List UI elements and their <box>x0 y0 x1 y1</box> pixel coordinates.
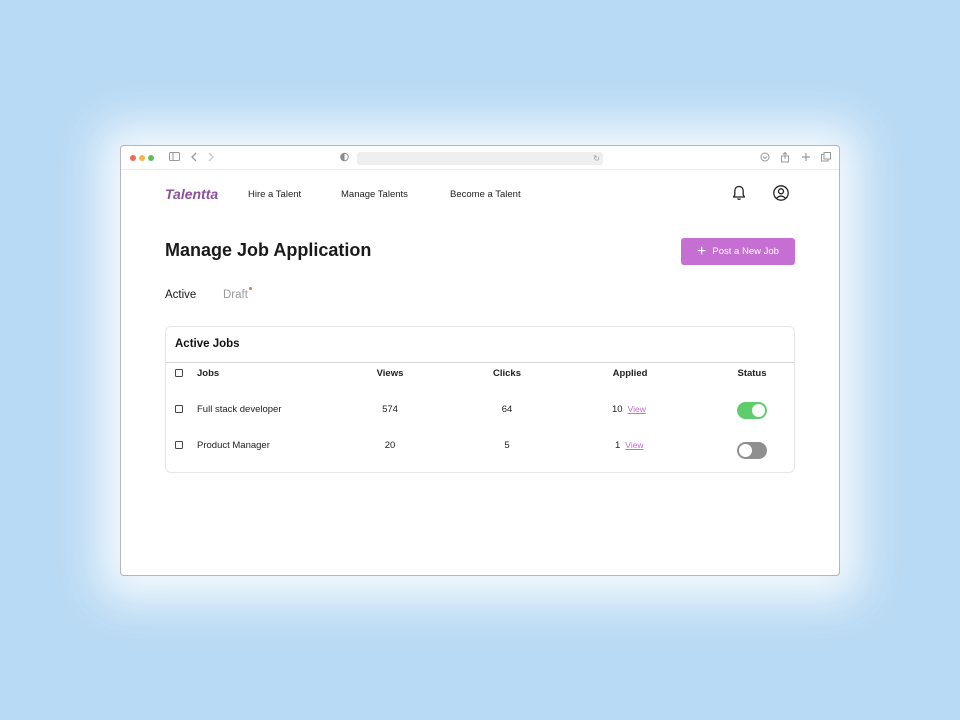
download-icon[interactable] <box>760 152 770 165</box>
select-all-checkbox[interactable] <box>175 369 183 377</box>
logo[interactable]: Talentta <box>165 186 218 202</box>
tab-draft-label: Draft <box>223 289 248 301</box>
row-checkbox[interactable] <box>175 405 183 413</box>
column-header-applied: Applied <box>612 368 648 379</box>
job-clicks: 64 <box>501 404 513 415</box>
job-views: 20 <box>384 440 396 451</box>
browser-window: ↻ Talentta Hire a Talent Manage Talents … <box>120 145 840 576</box>
privacy-shield-icon <box>340 152 349 165</box>
column-header-views: Views <box>376 368 404 379</box>
post-new-job-button[interactable]: + Post a New Job <box>681 238 795 265</box>
tab-overview-icon[interactable] <box>821 152 831 165</box>
forward-icon[interactable] <box>207 152 214 165</box>
job-title[interactable]: Full stack developer <box>197 404 281 415</box>
view-applicants-link[interactable]: View <box>625 440 643 450</box>
tab-active[interactable]: Active <box>165 289 196 301</box>
nav-link-hire-talent[interactable]: Hire a Talent <box>248 189 301 200</box>
browser-toolbar: ↻ <box>121 146 839 170</box>
column-header-status: Status <box>737 368 767 379</box>
toggle-knob <box>752 404 765 417</box>
minimize-window-button[interactable] <box>139 155 145 161</box>
job-applied: 1 View <box>615 440 644 451</box>
job-clicks: 5 <box>504 440 510 451</box>
card-divider <box>166 362 794 363</box>
bell-icon[interactable] <box>730 184 748 202</box>
close-window-button[interactable] <box>130 155 136 161</box>
row-checkbox[interactable] <box>175 441 183 449</box>
notification-dot <box>248 287 252 290</box>
post-new-job-label: Post a New Job <box>712 246 779 257</box>
job-applied: 10 View <box>612 404 646 415</box>
nav-link-become-talent[interactable]: Become a Talent <box>450 189 521 200</box>
column-header-clicks: Clicks <box>493 368 521 379</box>
column-header-jobs: Jobs <box>197 368 220 379</box>
top-navigation: Talentta Hire a Talent Manage Talents Be… <box>121 170 839 214</box>
new-tab-icon[interactable] <box>801 152 811 165</box>
reload-icon[interactable]: ↻ <box>593 152 600 165</box>
applied-count: 1 <box>615 440 621 451</box>
user-circle-icon[interactable] <box>772 184 790 202</box>
address-bar[interactable]: ↻ <box>357 152 603 165</box>
view-applicants-link[interactable]: View <box>628 404 646 414</box>
status-toggle[interactable] <box>737 402 767 419</box>
plus-icon: + <box>697 242 707 260</box>
maximize-window-button[interactable] <box>148 155 154 161</box>
active-jobs-card: Active Jobs Jobs Views Clicks Applied St… <box>165 326 795 473</box>
card-title: Active Jobs <box>175 338 240 350</box>
job-title[interactable]: Product Manager <box>197 440 270 451</box>
nav-link-manage-talents[interactable]: Manage Talents <box>341 189 408 200</box>
toggle-knob <box>739 444 752 457</box>
tab-draft[interactable]: Draft <box>223 287 252 301</box>
status-toggle[interactable] <box>737 442 767 459</box>
share-icon[interactable] <box>780 151 790 166</box>
page-title: Manage Job Application <box>165 240 372 260</box>
job-views: 574 <box>382 404 398 415</box>
back-icon[interactable] <box>191 152 198 165</box>
applied-count: 10 <box>612 404 623 415</box>
sidebar-toggle-icon[interactable] <box>169 152 180 164</box>
